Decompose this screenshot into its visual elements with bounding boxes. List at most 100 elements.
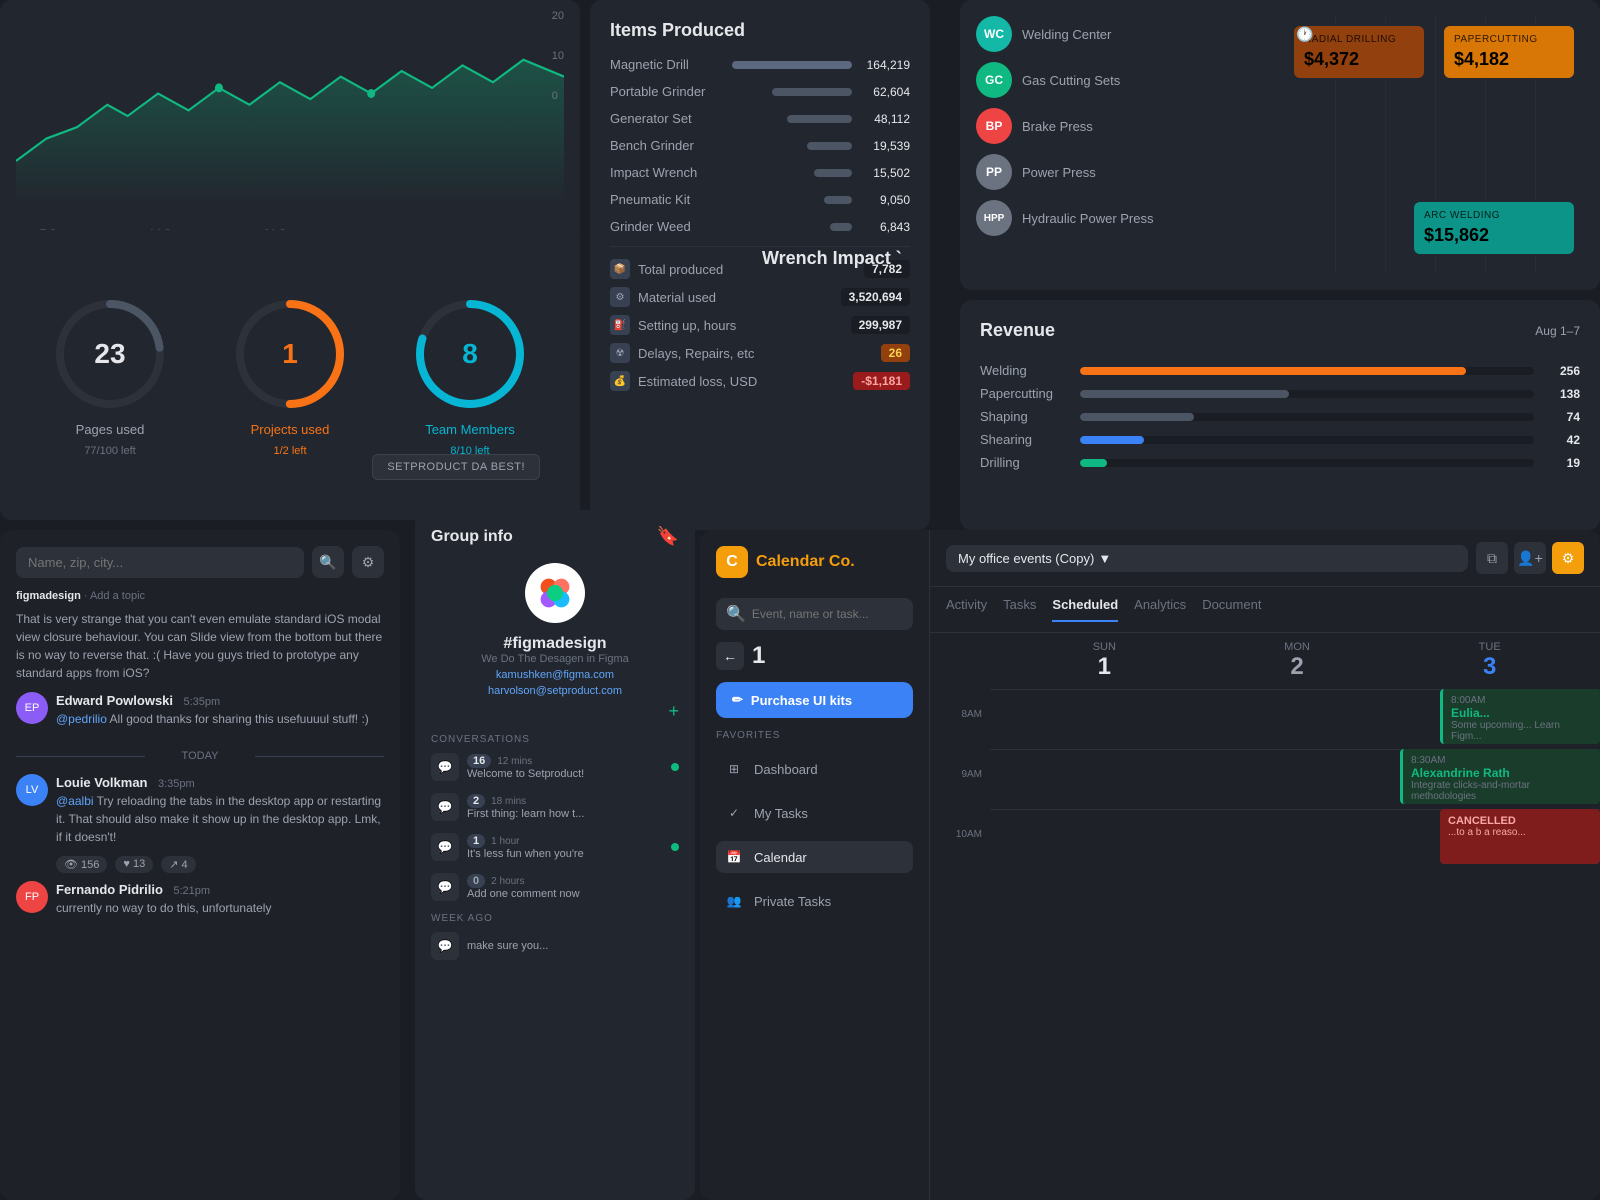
total-icon: 📦 [610, 259, 630, 279]
machine-gantt: PAPERCUTTING $4,182 RADIAL DRILLING $4,3… [1286, 16, 1584, 274]
chat-reactions[interactable]: 👁 156 ♥ 13 ↗ 4 [56, 856, 384, 873]
conv-time-2: 1 hour [491, 836, 519, 847]
sidebar-tasks-label: My Tasks [754, 806, 808, 821]
summary-label-2: Setting up, hours [638, 318, 851, 333]
machine-avatar-bp: BP [976, 108, 1012, 144]
conversations-label: CONVERSATIONS [431, 734, 679, 745]
event-cancelled-title: CANCELLED [1448, 815, 1592, 827]
machine-hpp: HPP Hydraulic Power Press [976, 200, 1274, 236]
conv-time-1: 18 mins [491, 796, 526, 807]
cal-search[interactable]: 🔍 [716, 598, 913, 630]
sender-edward: Edward Powlowski [56, 693, 173, 708]
summary-val-2: 299,987 [851, 316, 910, 334]
circle-projects-ring: 1 [230, 294, 350, 414]
reaction-heart[interactable]: ♥ 13 [115, 856, 153, 873]
add-member-button[interactable]: + [431, 701, 679, 722]
conv-text-2: It's less fun when you're [467, 848, 663, 860]
cal-prev-btn[interactable]: ← [716, 642, 744, 670]
day-num-mon: 2 [1203, 653, 1392, 681]
item-name-1: Portable Grinder [610, 84, 705, 99]
item-val-2: 48,112 [860, 112, 910, 126]
item-val-5: 9,050 [860, 193, 910, 207]
setting-icon: ⛽ [610, 315, 630, 335]
reaction-eye[interactable]: 👁 156 [56, 856, 107, 873]
item-val-4: 15,502 [860, 166, 910, 180]
tab-tasks[interactable]: Tasks [1003, 597, 1036, 622]
gear-icon[interactable]: ⚙ [352, 546, 384, 578]
event-8am[interactable]: 8:00AM Eulia... Some upcoming... Learn F… [1440, 689, 1600, 744]
machine-name-wc: Welding Center [1022, 27, 1111, 42]
conv-0[interactable]: 💬 16 12 mins Welcome to Setproduct! [431, 753, 679, 781]
event-830am[interactable]: 8:30AM Alexandrine Rath Integrate clicks… [1400, 749, 1600, 804]
sidebar-item-calendar[interactable]: 📅 Calendar [716, 841, 913, 873]
day-header-tue: TUE [1395, 641, 1584, 653]
revenue-date: Aug 1–7 [1535, 324, 1580, 338]
material-icon: ⚙ [610, 287, 630, 307]
item-name-5: Pneumatic Kit [610, 192, 690, 207]
sidebar-item-dashboard[interactable]: ⊞ Dashboard [716, 753, 913, 785]
day-col-sun: SUN 1 [1010, 641, 1199, 681]
conv-3[interactable]: 💬 0 2 hours Add one comment now [431, 873, 679, 901]
item-name-4: Impact Wrench [610, 165, 697, 180]
conv-text-1: First thing: learn how t... [467, 808, 679, 820]
item-row-magnetic: Magnetic Drill 164,219 [610, 57, 910, 72]
chart-y-labels: 20 10 0 [552, 10, 564, 102]
cal-search-input[interactable] [752, 607, 907, 621]
chart-y-0: 0 [552, 90, 564, 102]
copy-icon-btn[interactable]: ⧉ [1476, 542, 1508, 574]
wrench-impact-label: Wrench Impact ` [762, 248, 902, 269]
card-arc-amount: $15,862 [1424, 225, 1564, 246]
conv-2[interactable]: 💬 1 1 hour It's less fun when you're [431, 833, 679, 861]
dropdown-arrow: ▼ [1098, 551, 1111, 566]
tab-scheduled[interactable]: Scheduled [1052, 597, 1118, 622]
bookmark-icon[interactable]: 🔖 [657, 526, 679, 547]
event-cancelled[interactable]: CANCELLED ...to a b a reaso... [1440, 809, 1600, 864]
calendar-icon: 📅 [724, 847, 744, 867]
item-row-pneumatic: Pneumatic Kit 9,050 [610, 192, 910, 207]
cal-dropdown[interactable]: My office events (Copy) ▼ [946, 545, 1468, 572]
today-divider: TODAY [16, 750, 384, 762]
conv-week[interactable]: 💬 make sure you... [431, 932, 679, 960]
conv-info-1: 2 18 mins First thing: learn how t... [467, 794, 679, 820]
circle-team: 8 Team Members 8/10 left [410, 294, 530, 457]
purchase-button[interactable]: ✏ Purchase UI kits [716, 682, 913, 718]
reaction-share[interactable]: ↗ 4 [161, 856, 195, 873]
item-row-impact: Impact Wrench 15,502 [610, 165, 910, 180]
conv-1[interactable]: 💬 2 18 mins First thing: learn how t... [431, 793, 679, 821]
tab-document[interactable]: Document [1202, 597, 1261, 622]
sidebar-item-tasks[interactable]: ✓ My Tasks [716, 797, 913, 829]
conv-text-0: Welcome to Setproduct! [467, 768, 663, 780]
sidebar-item-private[interactable]: 👥 Private Tasks [716, 885, 913, 917]
cal-events-area: 8:00AM Eulia... Some upcoming... Learn F… [990, 689, 1600, 1200]
cal-top-icons: ⧉ 👤+ ⚙ [1476, 542, 1584, 574]
circle-projects-label: Projects used [251, 422, 330, 437]
conv-time-3: 2 hours [491, 876, 524, 887]
figma-logo [525, 563, 585, 623]
machine-avatar-wc: WC [976, 16, 1012, 52]
machine-avatar-hpp: HPP [976, 200, 1012, 236]
add-user-icon-btn[interactable]: 👤+ [1514, 542, 1546, 574]
chat-username: figmadesign · Add a topic [16, 590, 384, 602]
circle-projects-sublabel: 1/2 left [273, 445, 306, 457]
delays-icon: ☢ [610, 343, 630, 363]
circle-team-ring: 8 [410, 294, 530, 414]
circle-pages-sublabel: 77/100 left [84, 445, 135, 457]
item-name-6: Grinder Weed [610, 219, 691, 234]
time-edward: 5:35pm [183, 696, 220, 708]
conv-info-0: 16 12 mins Welcome to Setproduct! [467, 754, 663, 780]
tab-activity[interactable]: Activity [946, 597, 987, 622]
chat-search-bar[interactable]: 🔍 ⚙ [16, 546, 384, 578]
machines-panel: WC Welding Center GC Gas Cutting Sets BP… [960, 0, 1600, 290]
settings-icon-btn[interactable]: ⚙ [1552, 542, 1584, 574]
day-num-sun: 1 [1010, 653, 1199, 681]
setproduct-button[interactable]: SETPRODUCT DA BEST! [372, 454, 540, 480]
event-830am-desc: Integrate clicks-and-mortar methodologie… [1411, 780, 1592, 802]
chat-search-input[interactable] [16, 547, 304, 578]
search-icon[interactable]: 🔍 [312, 546, 344, 578]
card-radial-title: RADIAL DRILLING [1304, 34, 1414, 45]
event-8am-time: 8:00AM [1451, 695, 1592, 706]
msg-edward: @pedrilio All good thanks for sharing th… [56, 710, 369, 728]
conv-time-0: 12 mins [497, 756, 532, 767]
tab-analytics[interactable]: Analytics [1134, 597, 1186, 622]
summary-label-3: Delays, Repairs, etc [638, 346, 881, 361]
